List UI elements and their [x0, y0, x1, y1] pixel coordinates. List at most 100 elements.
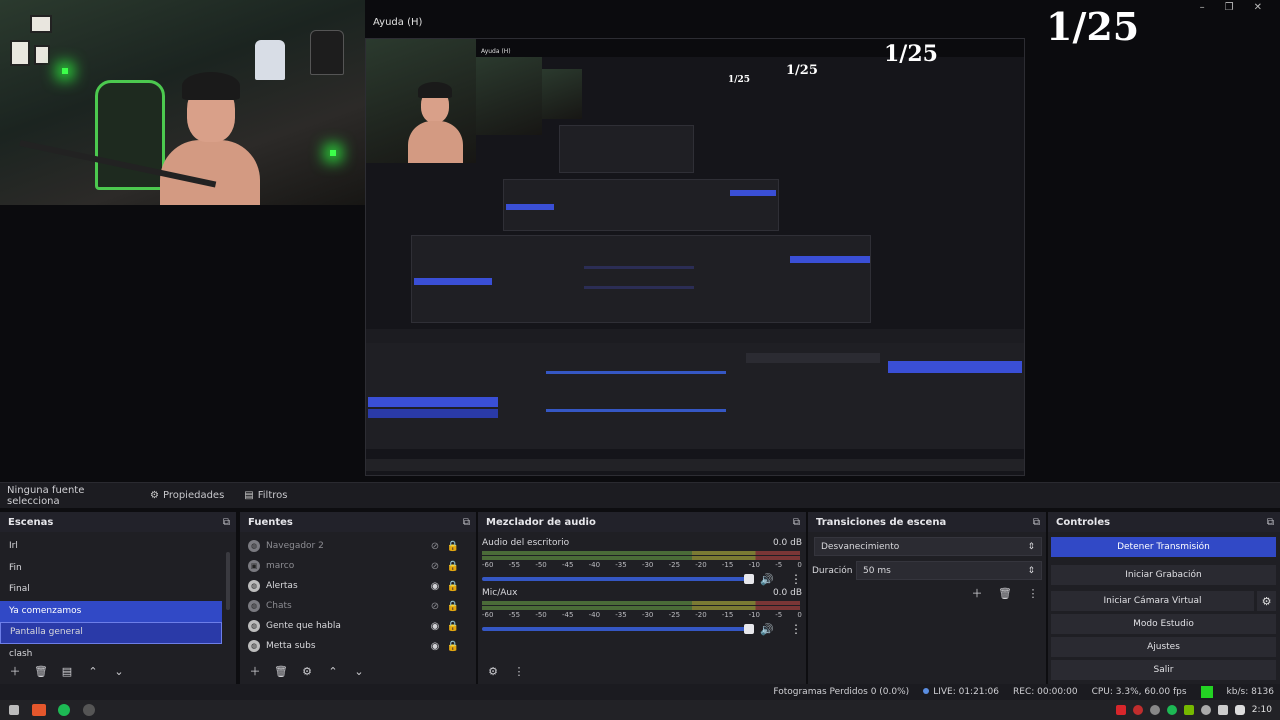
stream-preview[interactable]: Ayuda (H) – ❐ ✕ 1/25 Ayuda (H) 1/25 1/25… — [0, 0, 1280, 482]
scene-scrollbar[interactable] — [226, 552, 230, 610]
add-icon[interactable]: ＋ — [968, 584, 986, 602]
volume-slider-handle[interactable] — [744, 574, 755, 584]
battery-tray-icon[interactable] — [1234, 705, 1245, 715]
settings-button[interactable]: Ajustes — [1051, 637, 1276, 657]
speaker-icon[interactable]: 🔊 — [760, 573, 774, 586]
nested-obs-medium — [503, 179, 779, 231]
more-options-icon[interactable]: ⋮ — [1024, 584, 1042, 602]
transitions-title: Transiciones de escena — [816, 516, 947, 528]
source-item[interactable]: ◍ Metta subs ◉ 🔒 — [240, 636, 462, 656]
source-item[interactable]: ◍ Navegador 2 ⊘ 🔒 — [240, 536, 462, 556]
mixer-title: Mezclador de audio — [486, 516, 596, 528]
filters-label: Filtros — [257, 490, 288, 501]
undock-icon[interactable]: ⧉ — [223, 517, 230, 528]
chevron-down-icon[interactable]: ⌄ — [110, 662, 128, 680]
close-icon[interactable]: ✕ — [1254, 2, 1262, 13]
lock-icon[interactable]: 🔒 — [444, 621, 462, 632]
nvidia-tray-icon[interactable] — [1183, 705, 1194, 715]
taskbar-app-obs[interactable] — [78, 701, 100, 719]
studio-mode-button[interactable]: Modo Estudio — [1051, 614, 1276, 634]
taskbar-app-spotify[interactable] — [53, 701, 75, 719]
network-tray-icon[interactable] — [1149, 705, 1160, 715]
eye-icon[interactable]: ◉ — [426, 641, 444, 652]
updown-icon[interactable]: ⇕ — [1027, 566, 1035, 576]
controls-header: Controles ⧉ — [1048, 512, 1280, 532]
eye-hidden-icon[interactable]: ⊘ — [426, 561, 444, 572]
eye-icon[interactable]: ◉ — [426, 581, 444, 592]
gear-icon[interactable]: ⚙ — [298, 662, 316, 680]
undock-icon[interactable]: ⧉ — [793, 517, 800, 528]
undock-icon[interactable]: ⧉ — [1033, 517, 1040, 528]
scene-item-final[interactable]: Final — [0, 579, 222, 601]
scene-item-fin[interactable]: Fin — [0, 558, 222, 580]
minimize-icon[interactable]: – — [1200, 2, 1205, 13]
speaker-tray-icon[interactable] — [1217, 705, 1228, 715]
volume-slider-handle[interactable] — [744, 624, 755, 634]
start-button[interactable] — [3, 701, 25, 719]
undock-icon[interactable]: ⧉ — [1267, 517, 1274, 528]
properties-label: Propiedades — [162, 490, 225, 501]
channel-level: 0.0 dB — [772, 538, 802, 548]
source-item[interactable]: ◍ Gente que habla ◉ 🔒 — [240, 616, 462, 636]
lock-icon[interactable]: 🔒 — [444, 581, 462, 592]
webcam-feed — [0, 0, 365, 205]
properties-button[interactable]: ⚙ Propiedades — [140, 483, 234, 509]
speaker-icon[interactable]: 🔊 — [760, 623, 774, 636]
settings-tray-icon[interactable] — [1200, 705, 1211, 715]
add-icon[interactable]: ＋ — [6, 662, 24, 680]
scene-item-ya-comenzamos[interactable]: Ya comenzamos — [0, 600, 222, 622]
advanced-audio-icon[interactable]: ⚙ — [484, 662, 502, 680]
source-item[interactable]: ◍ Chats ⊘ 🔒 — [240, 596, 462, 616]
more-options-icon[interactable]: ⋮ — [790, 572, 802, 586]
trash-icon[interactable]: 🗑 — [272, 662, 290, 680]
live-status: LIVE: 01:21:06 — [923, 687, 999, 697]
duration-label: Duración — [812, 565, 853, 576]
duration-spinbox[interactable]: 50 ms ⇕ — [856, 561, 1042, 580]
globe-icon: ◍ — [248, 580, 260, 592]
volume-slider[interactable] — [482, 624, 755, 634]
start-recording-button[interactable]: Iniciar Grabación — [1051, 565, 1276, 585]
chevron-down-icon[interactable]: ⌄ — [350, 662, 368, 680]
scene-list: Irl Fin Final Ya comenzamos Pantalla gen… — [0, 536, 222, 665]
source-item[interactable]: ◍ Alertas ◉ 🔒 — [240, 576, 462, 596]
nested-counter: 1/25 — [728, 75, 751, 85]
filter-icon[interactable]: ▤ — [58, 662, 76, 680]
exit-button[interactable]: Salir — [1051, 660, 1276, 680]
scene-item-pantalla-general[interactable]: Pantalla general — [0, 622, 222, 644]
source-item[interactable]: ▣ marco ⊘ 🔒 — [240, 556, 462, 576]
lock-icon[interactable]: 🔒 — [444, 541, 462, 552]
chevron-up-icon[interactable]: ⌃ — [324, 662, 342, 680]
taskbar-clock[interactable]: 2:10 — [1252, 705, 1272, 715]
taskbar-app-brave[interactable] — [28, 701, 50, 719]
scene-item-irl[interactable]: Irl — [0, 536, 222, 558]
eye-icon[interactable]: ◉ — [426, 621, 444, 632]
no-source-selected-label: Ninguna fuente selecciona — [7, 484, 85, 507]
gear-icon[interactable]: ⚙ — [1257, 591, 1276, 611]
stop-stream-button[interactable]: Detener Transmisión — [1051, 537, 1276, 557]
transition-select[interactable]: Desvanecimiento ⇕ — [814, 537, 1042, 556]
add-icon[interactable]: ＋ — [246, 662, 264, 680]
virtual-camera-button[interactable]: Iniciar Cámara Virtual — [1051, 591, 1254, 611]
volume-slider[interactable] — [482, 574, 755, 584]
source-name: marco — [266, 561, 295, 571]
more-options-icon[interactable]: ⋮ — [790, 622, 802, 636]
mic-tray-icon[interactable] — [1132, 705, 1143, 715]
trash-icon[interactable]: 🗑 — [32, 662, 50, 680]
lock-icon[interactable]: 🔒 — [444, 601, 462, 612]
lock-icon[interactable]: 🔒 — [444, 561, 462, 572]
restore-icon[interactable]: ❐ — [1225, 2, 1234, 13]
chevron-up-icon[interactable]: ⌃ — [84, 662, 102, 680]
filters-button[interactable]: ▤ Filtros — [234, 483, 297, 509]
eye-hidden-icon[interactable]: ⊘ — [426, 541, 444, 552]
trash-icon[interactable]: 🗑 — [996, 584, 1014, 602]
sources-title: Fuentes — [248, 516, 293, 528]
record-tray-icon[interactable] — [1115, 705, 1126, 715]
gear-icon: ⚙ — [150, 490, 159, 501]
lock-icon[interactable]: 🔒 — [444, 641, 462, 652]
spotify-tray-icon[interactable] — [1166, 705, 1177, 715]
eye-hidden-icon[interactable]: ⊘ — [426, 601, 444, 612]
updown-icon: ⇕ — [1027, 541, 1035, 552]
more-options-icon[interactable]: ⋮ — [510, 662, 528, 680]
undock-icon[interactable]: ⧉ — [463, 517, 470, 528]
bitrate-status: kb/s: 8136 — [1226, 687, 1274, 697]
